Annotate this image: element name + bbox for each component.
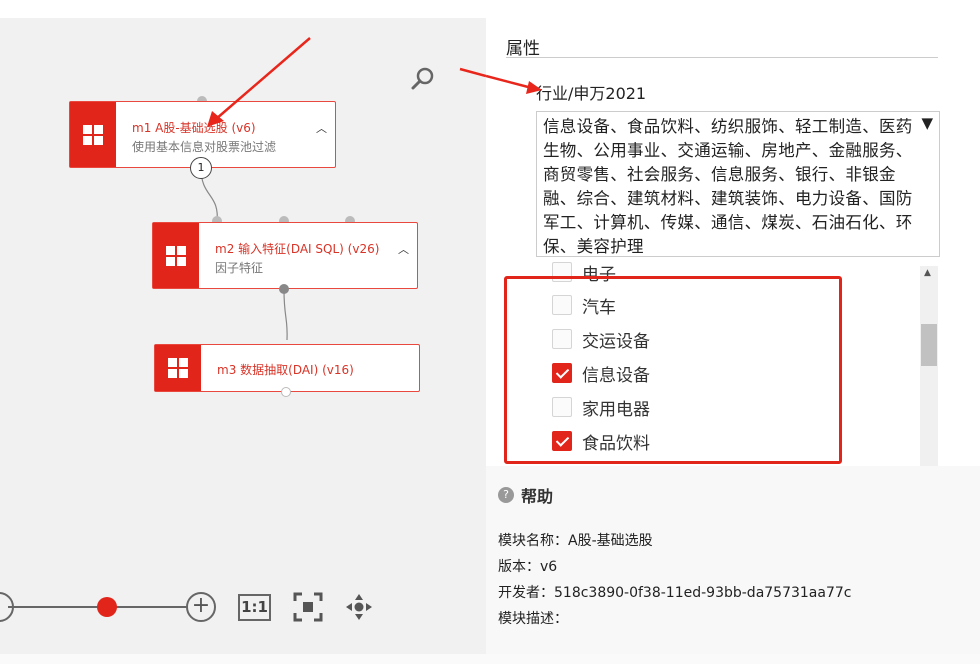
node-m2-subtitle: 因子特征 (215, 261, 264, 275)
help-version: 版本：v6 (498, 559, 558, 575)
industry-selected-values: 信息设备、食品饮料、纺织服饰、轻工制造、医药生物、公用事业、交通运输、房地产、金… (543, 117, 913, 256)
node-m3-output-port[interactable] (281, 387, 291, 397)
edge-m2-m3 (283, 289, 288, 341)
annotation-highlight-box (504, 276, 842, 464)
zoom-reset-button[interactable]: 1:1 (238, 594, 271, 621)
module-icon (155, 345, 201, 391)
options-scrollbar[interactable]: ▲ (920, 266, 938, 482)
help-icon: ? (498, 487, 514, 503)
annotation-arrow-head-2 (526, 81, 542, 94)
module-icon (153, 223, 199, 288)
help-module-name: 模块名称：A股-基础选股 (498, 533, 653, 549)
help-section: ? 帮助 模块名称：A股-基础选股 版本：v6 开发者：518c3890-0f3… (486, 466, 980, 654)
node-m1-output-badge[interactable]: 1 (190, 157, 212, 179)
scroll-up-icon[interactable]: ▲ (924, 268, 931, 278)
node-m2[interactable]: m2 输入特征(DAI SQL) (v26) 因子特征 ︿ (152, 222, 418, 289)
app-root: m1 A股-基础选股 (v6) 使用基本信息对股票池过滤 ︿ 1 m2 输入特征… (0, 0, 980, 664)
node-m2-title: m2 输入特征(DAI SQL) (v26) (215, 242, 380, 256)
node-m2-output-port[interactable] (279, 284, 289, 294)
annotation-layer-right (486, 74, 542, 94)
annotation-arrow-line (215, 37, 311, 120)
industry-multiselect[interactable]: 信息设备、食品饮料、纺织服饰、轻工制造、医药生物、公用事业、交通运输、房地产、金… (536, 111, 940, 257)
help-description: 模块描述： (498, 611, 568, 627)
node-m1-subtitle: 使用基本信息对股票池过滤 (132, 140, 277, 154)
annotation-arrow-line-3 (486, 74, 533, 90)
chevron-up-icon[interactable]: ︿ (398, 241, 409, 257)
pan-icon[interactable] (344, 592, 374, 622)
help-title: 帮助 (521, 487, 554, 506)
zoom-in-icon[interactable]: + (186, 592, 216, 622)
workflow-canvas[interactable]: m1 A股-基础选股 (v6) 使用基本信息对股票池过滤 ︿ 1 m2 输入特征… (0, 18, 486, 654)
help-header: ? 帮助 (498, 483, 553, 507)
bottom-strip (0, 654, 980, 664)
scroll-thumb[interactable] (921, 324, 937, 366)
dropdown-arrow-icon[interactable]: ▼ (921, 114, 933, 132)
node-m3-title: m3 数据抽取(DAI) (v16) (217, 363, 354, 377)
annotation-layer (207, 37, 486, 127)
fit-to-screen-icon[interactable] (293, 592, 323, 622)
help-developer: 开发者：518c3890-0f38-11ed-93bb-da75731aa77c (498, 585, 852, 601)
zoom-slider-thumb[interactable] (97, 597, 117, 617)
node-m3[interactable]: m3 数据抽取(DAI) (v16) (154, 344, 420, 392)
annotation-arrow-line-2 (459, 67, 486, 78)
